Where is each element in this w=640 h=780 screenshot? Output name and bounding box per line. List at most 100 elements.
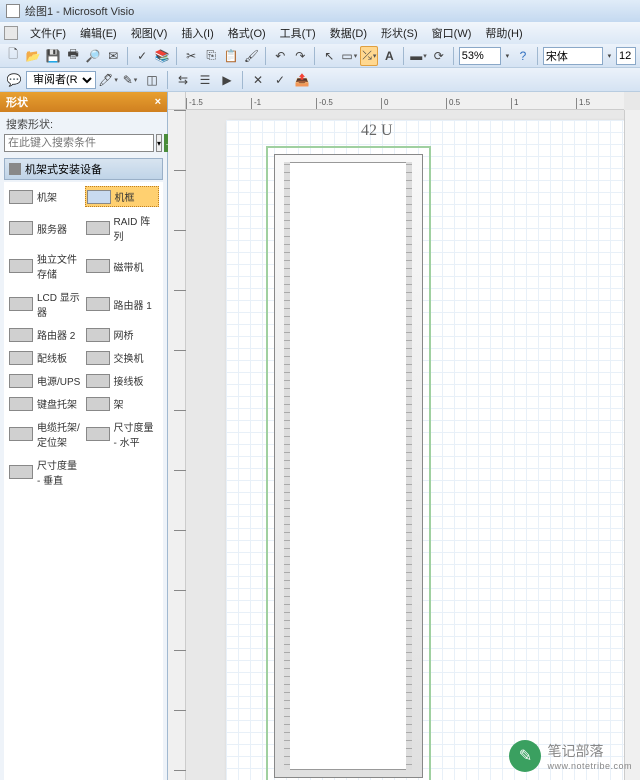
shape-item-label: 服务器 <box>37 221 67 236</box>
research-button[interactable]: 📚 <box>153 46 171 66</box>
shape-thumbnail-icon <box>86 427 110 441</box>
open-button[interactable]: 📂 <box>24 46 42 66</box>
zoom-dropdown[interactable]: ▾ <box>503 46 512 66</box>
shape-item[interactable]: 机架 <box>8 186 83 207</box>
app-icon[interactable] <box>4 26 18 40</box>
shape-item-label: 独立文件存储 <box>37 251 82 281</box>
email-button[interactable]: ✉ <box>104 46 122 66</box>
menu-help[interactable]: 帮助(H) <box>479 23 528 43</box>
shape-item[interactable]: 路由器 1 <box>85 287 160 321</box>
separator <box>453 47 454 65</box>
shape-item[interactable]: 尺寸度量 - 水平 <box>85 417 160 451</box>
shape-item[interactable]: 磁带机 <box>85 249 160 283</box>
accept-button[interactable]: ✓ <box>270 70 290 90</box>
shape-item[interactable]: 尺寸度量 - 垂直 <box>8 455 83 489</box>
ink-button[interactable]: 🖊▾ <box>98 70 118 90</box>
rack-inner-shape[interactable] <box>284 162 412 770</box>
new-button[interactable]: 🗋 <box>4 46 22 66</box>
menu-format[interactable]: 格式(O) <box>222 23 272 43</box>
vertical-scrollbar[interactable] <box>624 110 640 780</box>
shapes-grid: 机架机框服务器 RAID 阵列独立文件存储磁带机LCD 显示器路由器 1路由器 2… <box>4 182 163 780</box>
shapes-dropdown[interactable]: ▭▾ <box>340 46 358 66</box>
watermark: ✎ 笔记部落 www.notetribe.com <box>509 740 632 772</box>
ruler-tick: 0 <box>381 98 388 110</box>
shapes-panel-title: 形状 <box>6 94 28 110</box>
shape-thumbnail-icon <box>86 259 110 273</box>
connector-dropdown[interactable]: ⤰▾ <box>360 46 378 66</box>
watermark-icon: ✎ <box>509 740 541 772</box>
reviewer-select[interactable]: 审阅者(R) <box>26 71 96 89</box>
eraser-button[interactable]: ◫ <box>142 70 162 90</box>
menu-bar: 文件(F) 编辑(E) 视图(V) 插入(I) 格式(O) 工具(T) 数据(D… <box>0 22 640 44</box>
shape-item[interactable]: 交换机 <box>85 348 160 367</box>
save-button[interactable]: 💾 <box>44 46 62 66</box>
menu-window[interactable]: 窗口(W) <box>426 23 478 43</box>
vertical-ruler <box>168 110 186 780</box>
stencil-icon <box>9 163 21 175</box>
shapes-search-row: ▾ → <box>0 134 167 156</box>
shape-item-label: 配线板 <box>37 350 67 365</box>
separator <box>537 47 538 65</box>
font-dropdown[interactable]: ▾ <box>605 46 614 66</box>
undo-button[interactable]: ↶ <box>271 46 289 66</box>
menu-file[interactable]: 文件(F) <box>24 23 72 43</box>
pen-button[interactable]: ✎▾ <box>120 70 140 90</box>
menu-data[interactable]: 数据(D) <box>324 23 373 43</box>
ruler-tick: -1 <box>251 98 261 110</box>
rotate-button[interactable]: ⟳ <box>430 46 448 66</box>
font-select[interactable] <box>543 47 603 65</box>
paste-button[interactable]: 📋 <box>222 46 240 66</box>
text-button[interactable]: A <box>380 46 398 66</box>
shape-item[interactable]: LCD 显示器 <box>8 287 83 321</box>
close-icon[interactable]: × <box>155 96 161 108</box>
fill-dropdown[interactable]: ▬▾ <box>409 46 428 66</box>
preview-button[interactable]: 🔎 <box>84 46 102 66</box>
zoom-input[interactable] <box>459 47 501 65</box>
shape-item[interactable]: 键盘托架 <box>8 394 83 413</box>
reject-button[interactable]: ✕ <box>248 70 268 90</box>
shape-item[interactable]: 服务器 <box>8 211 83 245</box>
redo-button[interactable]: ↷ <box>291 46 309 66</box>
cut-button[interactable]: ✂ <box>182 46 200 66</box>
shape-item-label: 尺寸度量 - 水平 <box>114 419 159 449</box>
next-button[interactable]: ▶ <box>217 70 237 90</box>
shape-item[interactable]: 架 <box>85 394 160 413</box>
shape-thumbnail-icon <box>86 221 110 235</box>
copy-button[interactable]: ⎘ <box>202 46 220 66</box>
shape-item[interactable]: 接线板 <box>85 371 160 390</box>
drawing-page[interactable]: 42 U <box>226 120 624 780</box>
shape-item[interactable]: 机框 <box>85 186 160 207</box>
menu-edit[interactable]: 编辑(E) <box>74 23 123 43</box>
shape-item[interactable]: RAID 阵列 <box>85 211 160 245</box>
canvas-viewport[interactable]: 42 U <box>186 110 624 780</box>
format-painter-button[interactable]: 🖌 <box>242 46 260 66</box>
shape-item[interactable]: 独立文件存储 <box>8 249 83 283</box>
shape-item[interactable]: 配线板 <box>8 348 83 367</box>
shape-item[interactable]: 路由器 2 <box>8 325 83 344</box>
show-button[interactable]: ☰ <box>195 70 215 90</box>
menu-shapes[interactable]: 形状(S) <box>375 23 424 43</box>
menu-insert[interactable]: 插入(I) <box>175 23 219 43</box>
shape-item[interactable]: 电缆托架/定位架 <box>8 417 83 451</box>
menu-tools[interactable]: 工具(T) <box>274 23 322 43</box>
help-button[interactable]: ? <box>514 46 532 66</box>
shape-item-label: LCD 显示器 <box>37 289 82 319</box>
comment-button[interactable]: 💬 <box>4 70 24 90</box>
send-button[interactable]: 📤 <box>292 70 312 90</box>
track-button[interactable]: ⇆ <box>173 70 193 90</box>
pointer-button[interactable]: ↖ <box>320 46 338 66</box>
shape-thumbnail-icon <box>9 351 33 365</box>
shape-item-label: 交换机 <box>114 350 144 365</box>
spellcheck-button[interactable]: ✓ <box>133 46 151 66</box>
fontsize-select[interactable] <box>616 47 636 65</box>
shapes-category-header[interactable]: 机架式安装设备 <box>4 158 163 180</box>
print-button[interactable]: 🖶 <box>64 46 82 66</box>
search-input[interactable] <box>4 134 154 152</box>
shape-item-label: 电源/UPS <box>37 373 80 388</box>
shape-item[interactable]: 网桥 <box>85 325 160 344</box>
search-dropdown[interactable]: ▾ <box>156 134 162 152</box>
shape-item-label: 电缆托架/定位架 <box>37 419 82 449</box>
shapes-panel-header: 形状 × <box>0 92 167 112</box>
shape-item[interactable]: 电源/UPS <box>8 371 83 390</box>
menu-view[interactable]: 视图(V) <box>125 23 174 43</box>
